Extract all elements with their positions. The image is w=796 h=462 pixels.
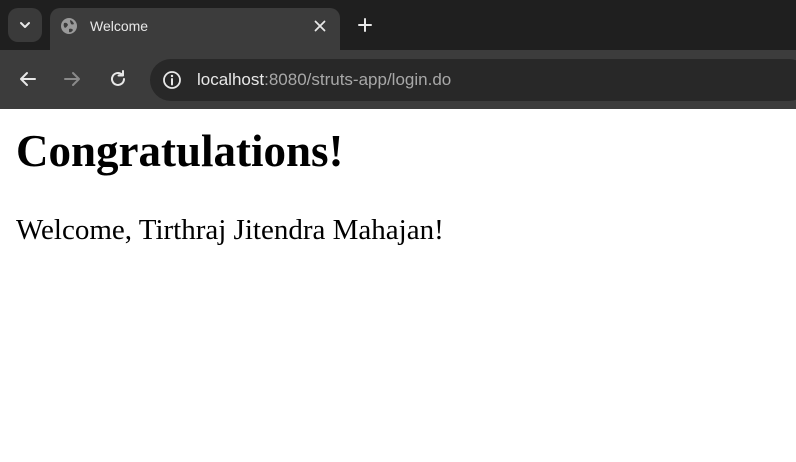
tab-title: Welcome — [90, 18, 149, 34]
close-icon — [314, 20, 326, 32]
address-bar[interactable]: localhost:8080/struts-app/login.do — [150, 59, 796, 101]
url-path: :8080/struts-app/login.do — [264, 70, 452, 89]
arrow-right-icon — [64, 72, 80, 86]
reload-icon — [111, 70, 125, 86]
tab-close-button[interactable] — [310, 16, 330, 36]
page-content: Congratulations! Welcome, Tirthraj Jiten… — [0, 109, 796, 462]
url-host: localhost — [197, 70, 265, 89]
url-text[interactable]: localhost:8080/struts-app/login.do — [197, 70, 451, 90]
reload-button[interactable] — [106, 67, 130, 91]
tab-strip: Welcome — [0, 0, 796, 50]
browser-toolbar: localhost:8080/struts-app/login.do — [0, 50, 796, 109]
tab-search-button[interactable] — [8, 8, 42, 42]
welcome-message: Welcome, Tirthraj Jitendra Mahajan! — [16, 214, 444, 246]
plus-icon — [358, 18, 372, 32]
forward-button[interactable] — [60, 67, 84, 91]
page-heading: Congratulations! — [16, 126, 344, 176]
globe-icon — [61, 18, 77, 34]
chevron-down-icon — [20, 22, 30, 28]
back-button[interactable] — [16, 67, 40, 91]
info-icon — [163, 71, 181, 89]
browser-window: Welcome localhost:8080/struts-app/login.… — [0, 0, 796, 462]
tab-welcome[interactable]: Welcome — [50, 8, 340, 50]
arrow-left-icon — [20, 72, 36, 86]
site-info-button[interactable] — [160, 68, 184, 92]
new-tab-button[interactable] — [354, 14, 376, 36]
